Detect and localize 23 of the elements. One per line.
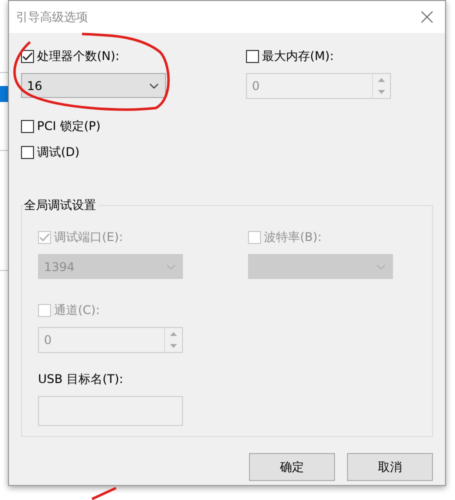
annotation-stroke [91, 486, 117, 500]
checkbox[interactable] [21, 146, 34, 158]
checkbox-label: 波特率(B): [264, 228, 322, 246]
down-arrow-icon[interactable] [170, 344, 177, 348]
checkbox[interactable] [21, 120, 34, 132]
dialog-button[interactable]: 取消 [347, 453, 433, 481]
checkbox-label: 调试(D) [37, 144, 80, 160]
field-label: USB 目标名(T): [38, 371, 124, 388]
selected-row-highlight [0, 86, 8, 102]
up-arrow-icon[interactable] [170, 332, 177, 336]
window-title: 引导高级选项 [16, 8, 88, 26]
chevron-down-icon [376, 264, 386, 270]
chevron-down-icon [149, 82, 159, 88]
close-icon[interactable] [421, 11, 433, 23]
chevron-down-icon [166, 264, 176, 270]
checkbox-label: 处理器个数(N): [37, 48, 120, 64]
checkbox-label: 通道(C): [54, 302, 100, 318]
checkbox-label: PCI 锁定(P) [37, 118, 101, 134]
processor-count-dropdown[interactable]: 16 [21, 73, 166, 98]
checkbox-label: 最大内存(M): [262, 48, 334, 64]
checkbox[interactable] [21, 50, 34, 62]
dialog-button[interactable]: 确定 [249, 453, 335, 481]
checkbox-label: 调试端口(E): [54, 228, 123, 246]
